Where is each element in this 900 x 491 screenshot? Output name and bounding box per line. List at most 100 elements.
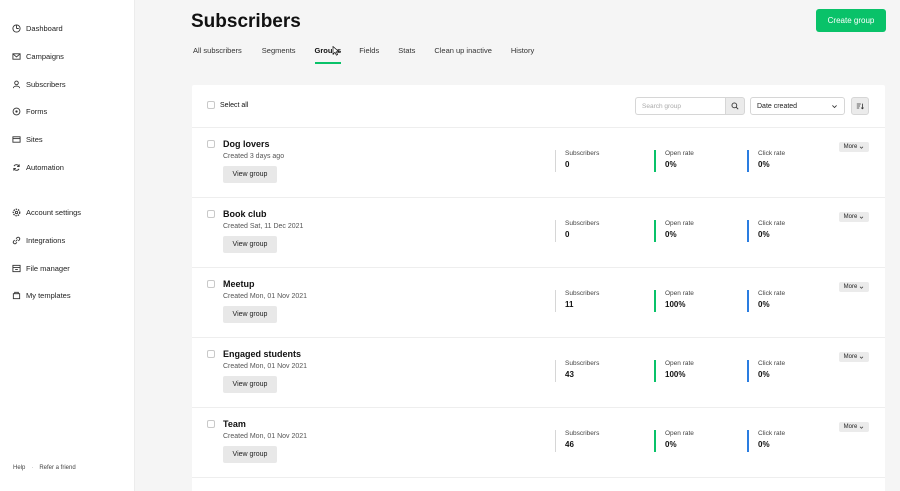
view-group-button[interactable]: View group	[223, 306, 277, 323]
group-row: Team Created Mon, 01 Nov 2021 View group…	[192, 408, 885, 478]
group-row: Engaged students Created Mon, 01 Nov 202…	[192, 338, 885, 408]
dashboard-icon	[12, 24, 21, 33]
chevron-down-icon	[860, 426, 864, 429]
group-checkbox[interactable]	[207, 210, 215, 218]
select-all-checkbox[interactable]	[207, 101, 215, 109]
sidebar-item-integrations[interactable]: Integrations	[12, 236, 65, 245]
click-rate-stat: Click rate 0%	[747, 290, 785, 312]
tab-clean-up-inactive[interactable]: Clean up inactive	[434, 46, 492, 64]
help-link[interactable]: Help	[13, 465, 25, 471]
search-button[interactable]	[725, 97, 745, 115]
group-name[interactable]: Team	[223, 419, 246, 429]
subscribers-stat: Subscribers 0	[555, 150, 599, 172]
open-rate-stat: Open rate 100%	[654, 290, 694, 312]
stat-value: 0%	[758, 230, 770, 239]
search-input[interactable]	[635, 97, 725, 115]
sort-order-button[interactable]	[851, 97, 869, 115]
tab-history[interactable]: History	[511, 46, 534, 64]
stat-value: 11	[565, 300, 574, 309]
open-rate-stat: Open rate 0%	[654, 150, 694, 172]
chevron-down-icon	[860, 146, 864, 149]
click-rate-stat: Click rate 0%	[747, 220, 785, 242]
stat-label: Subscribers	[565, 430, 600, 437]
stat-label: Subscribers	[565, 150, 600, 157]
group-name[interactable]: Meetup	[223, 279, 255, 289]
more-button[interactable]: More	[839, 282, 869, 292]
user-icon	[12, 80, 21, 89]
tab-stats[interactable]: Stats	[398, 46, 415, 64]
stat-value: 0%	[758, 300, 770, 309]
click-rate-stat: Click rate 0%	[747, 360, 785, 382]
view-group-button[interactable]: View group	[223, 446, 277, 463]
more-label: More	[843, 354, 858, 360]
view-group-button[interactable]: View group	[223, 376, 277, 393]
more-button[interactable]: More	[839, 142, 869, 152]
group-created-date: Created Mon, 01 Nov 2021	[223, 363, 308, 370]
sidebar-item-forms[interactable]: Forms	[12, 107, 47, 116]
refresh-icon	[12, 163, 21, 172]
view-group-button[interactable]: View group	[223, 236, 277, 253]
sidebar-item-label: File manager	[26, 264, 70, 273]
stat-label: Click rate	[758, 290, 786, 297]
stat-label: Click rate	[758, 220, 786, 227]
open-rate-stat: Open rate 0%	[654, 430, 694, 452]
click-rate-stat: Click rate 0%	[747, 150, 785, 172]
chevron-down-icon	[860, 286, 864, 289]
click-rate-stat: Click rate 0%	[747, 430, 785, 452]
group-name[interactable]: Dog lovers	[223, 139, 270, 149]
group-checkbox[interactable]	[207, 280, 215, 288]
select-all-label: Select all	[220, 101, 249, 109]
sidebar-item-sites[interactable]: Sites	[12, 135, 43, 144]
view-group-button[interactable]: View group	[223, 166, 277, 183]
tab-all-subscribers[interactable]: All subscribers	[193, 46, 242, 64]
subscribers-stat: Subscribers 11	[555, 290, 599, 312]
tab-fields[interactable]: Fields	[359, 46, 379, 64]
open-rate-stat: Open rate 0%	[654, 220, 694, 242]
create-group-button[interactable]: Create group	[816, 9, 886, 32]
more-label: More	[843, 214, 858, 220]
sidebar-item-label: Subscribers	[26, 80, 66, 89]
page-title: Subscribers	[191, 11, 301, 32]
chevron-down-icon	[860, 216, 864, 219]
select-all[interactable]: Select all	[207, 101, 248, 109]
tab-segments[interactable]: Segments	[262, 46, 296, 64]
more-button[interactable]: More	[839, 422, 869, 432]
stat-value: 100%	[665, 300, 686, 309]
group-name[interactable]: Engaged students	[223, 349, 301, 359]
sidebar-item-my-templates[interactable]: My templates	[12, 291, 71, 300]
stat-value: 0	[565, 230, 570, 239]
group-checkbox[interactable]	[207, 350, 215, 358]
sidebar-item-account-settings[interactable]: Account settings	[12, 208, 81, 217]
refer-friend-link[interactable]: Refer a friend	[39, 465, 75, 471]
group-checkbox[interactable]	[207, 420, 215, 428]
forms-icon	[12, 107, 21, 116]
file-manager-icon	[12, 264, 21, 273]
more-button[interactable]: More	[839, 352, 869, 362]
stat-value: 43	[565, 370, 574, 379]
sidebar-item-dashboard[interactable]: Dashboard	[12, 24, 63, 33]
group-name[interactable]: Book club	[223, 209, 267, 219]
sidebar: Dashboard Campaigns Subscribers Forms Si…	[0, 0, 135, 491]
sidebar-item-campaigns[interactable]: Campaigns	[12, 52, 64, 61]
group-created-date: Created Sat, 11 Dec 2021	[223, 223, 304, 230]
search-group	[635, 97, 745, 115]
sort-select[interactable]: Date created	[750, 97, 845, 115]
more-label: More	[843, 144, 858, 150]
sidebar-item-label: Forms	[26, 107, 48, 116]
chevron-down-icon	[832, 104, 837, 108]
tabs: All subscribers Segments Groups Fields S…	[193, 46, 534, 64]
stat-value: 0%	[665, 160, 677, 169]
sidebar-item-label: Account settings	[26, 208, 82, 217]
more-label: More	[843, 424, 858, 430]
templates-icon	[12, 291, 21, 300]
more-button[interactable]: More	[839, 212, 869, 222]
sidebar-item-subscribers[interactable]: Subscribers	[12, 80, 66, 89]
sidebar-item-automation[interactable]: Automation	[12, 163, 64, 172]
group-row: Meetup Created Mon, 01 Nov 2021 View gro…	[192, 268, 885, 338]
group-checkbox[interactable]	[207, 140, 215, 148]
stat-label: Open rate	[665, 220, 694, 227]
stat-value: 0%	[665, 440, 677, 449]
subscribers-stat: Subscribers 46	[555, 430, 599, 452]
stat-label: Open rate	[665, 360, 694, 367]
sidebar-item-file-manager[interactable]: File manager	[12, 264, 70, 273]
